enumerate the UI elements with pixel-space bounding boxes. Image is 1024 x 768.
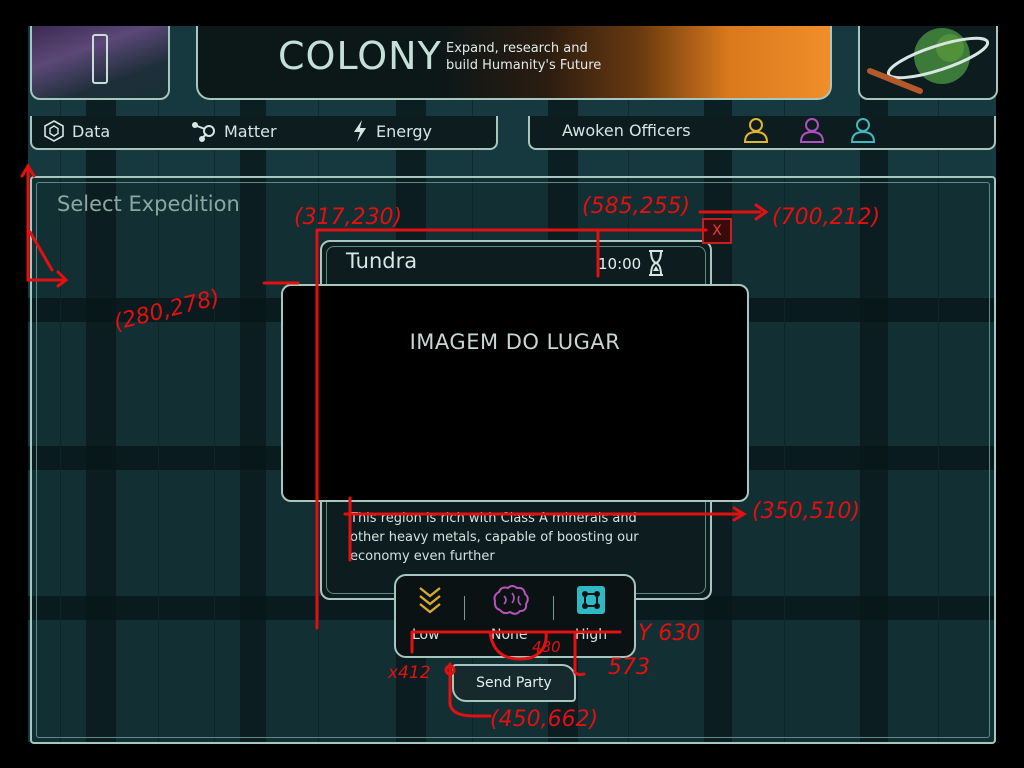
annotation-480: 480 — [532, 638, 561, 656]
annotation-y630: Y 630 — [638, 621, 700, 646]
annotation-280-278: (280,278) — [111, 285, 222, 335]
annotation-700-212: (700,212) — [772, 205, 880, 230]
annotation-x412: x412 — [387, 663, 431, 683]
annotation-overlay: (317,230) (585,255) (700,212) (280,278) … — [20, 163, 880, 732]
annotation-585-255: (585,255) — [582, 194, 690, 219]
annotation-450-662: (450,662) — [490, 707, 598, 732]
annotation-317-230: (317,230) — [294, 205, 402, 230]
annotation-350-510: (350,510) — [752, 499, 860, 524]
annotation-573: 573 — [608, 655, 650, 680]
